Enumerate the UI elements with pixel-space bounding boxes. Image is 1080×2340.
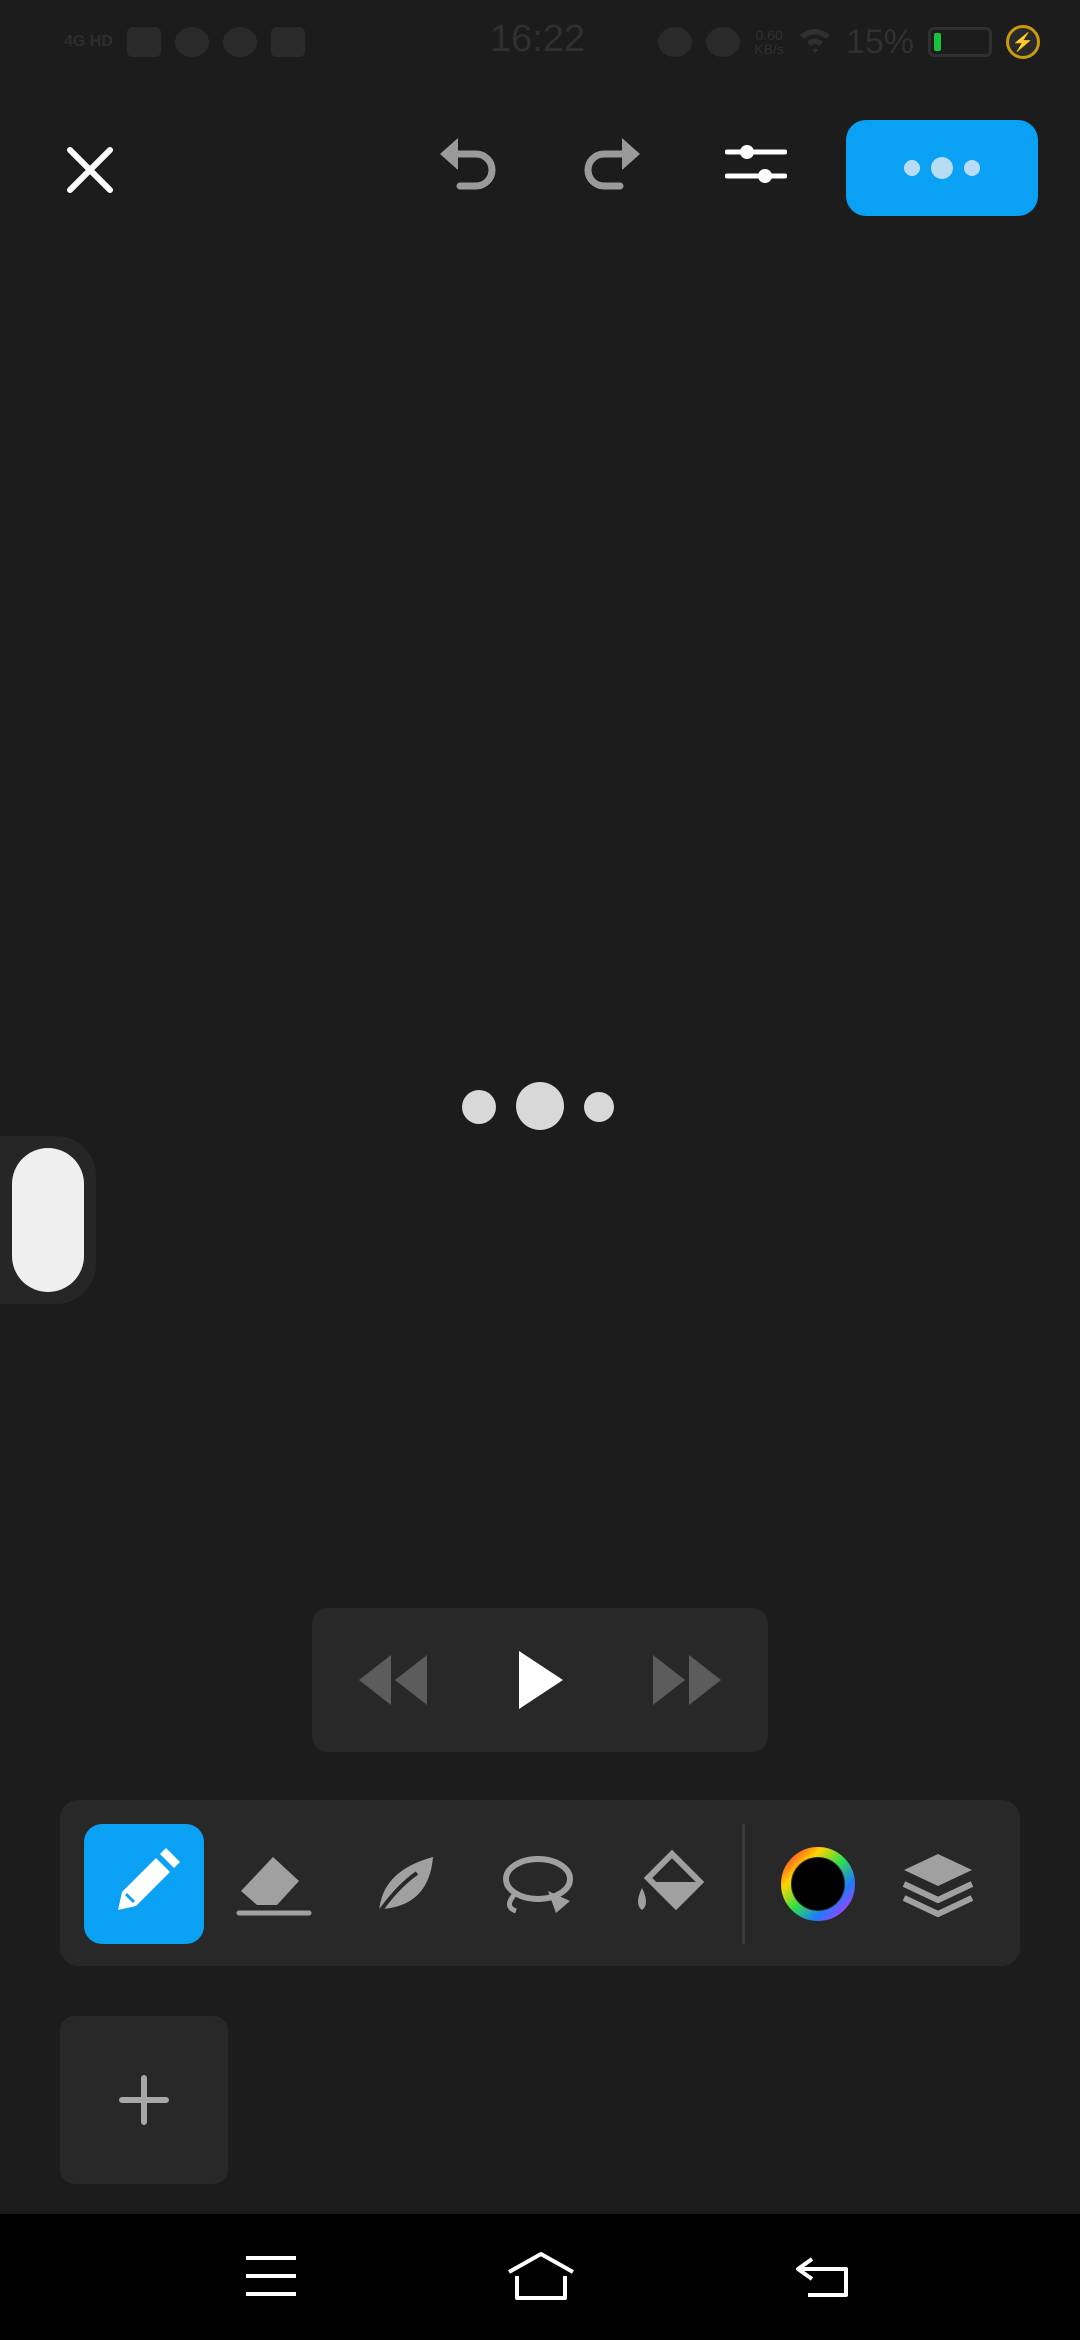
color-picker[interactable] — [758, 1824, 878, 1944]
close-button[interactable] — [48, 128, 132, 212]
menu-button[interactable] — [226, 2236, 316, 2316]
status-time: 16:22 — [490, 18, 586, 60]
undo-icon — [440, 138, 496, 190]
loader-dot — [516, 1082, 564, 1130]
fill-tool[interactable] — [610, 1824, 730, 1944]
home-icon — [508, 2252, 574, 2300]
app-icon — [174, 27, 209, 57]
adjust-button[interactable] — [716, 124, 796, 204]
message-icon — [126, 27, 161, 57]
pencil-icon — [118, 1848, 180, 1910]
fill-bucket-icon — [638, 1849, 705, 1911]
side-slider-handle[interactable] — [12, 1148, 84, 1292]
rewind-button[interactable] — [342, 1630, 442, 1730]
eraser-icon — [236, 1857, 312, 1916]
network-speed: 0.60 KB/s — [754, 28, 784, 56]
more-dots-icon — [904, 157, 980, 179]
redo-icon — [584, 138, 640, 190]
close-icon — [67, 147, 113, 193]
alarm-icon — [658, 27, 693, 57]
rewind-icon — [359, 1655, 427, 1705]
toolbar-divider — [742, 1824, 745, 1944]
back-icon — [796, 2257, 848, 2297]
loading-indicator — [462, 1082, 618, 1132]
fast-forward-button[interactable] — [638, 1630, 738, 1730]
speedometer-icon — [222, 27, 257, 57]
add-frame-button[interactable] — [60, 2016, 228, 2184]
charging-icon: ⚡ — [1006, 25, 1040, 59]
battery-percent: 15% — [845, 22, 914, 61]
battery-icon — [928, 27, 992, 57]
lasso-icon — [503, 1856, 573, 1914]
wifi-icon — [798, 25, 832, 60]
status-right: 0.60 KB/s 15% ⚡ — [658, 22, 1040, 62]
system-nav-bar — [0, 2214, 1080, 2340]
loader-dot — [584, 1092, 614, 1122]
redo-button[interactable] — [572, 124, 652, 204]
home-button[interactable] — [496, 2236, 586, 2316]
play-icon — [519, 1651, 563, 1709]
plus-icon — [119, 2075, 169, 2125]
fast-forward-icon — [653, 1655, 721, 1705]
calendar-icon — [270, 27, 305, 57]
eraser-tool[interactable] — [214, 1824, 334, 1944]
layers-tool[interactable] — [878, 1824, 998, 1944]
brush-tool[interactable] — [346, 1824, 466, 1944]
speed-unit: KB/s — [754, 41, 784, 57]
loader-dot — [462, 1090, 496, 1124]
status-left: 4G HD — [64, 22, 305, 62]
layers-icon — [902, 1854, 974, 1917]
more-button[interactable] — [846, 120, 1038, 216]
lasso-tool[interactable] — [478, 1824, 598, 1944]
status-bar: 4G HD 16:22 0.60 KB/s 15% ⚡ — [0, 0, 1080, 84]
menu-icon — [246, 2256, 296, 2296]
undo-button[interactable] — [428, 124, 508, 204]
pencil-tool[interactable] — [84, 1824, 204, 1944]
color-wheel-icon — [781, 1847, 855, 1921]
playback-controls — [312, 1608, 768, 1752]
network-type: 4G HD — [64, 33, 113, 50]
drawing-toolbar — [60, 1800, 1020, 1966]
leaf-icon — [377, 1857, 433, 1915]
back-button[interactable] — [778, 2236, 868, 2316]
sliders-icon — [725, 145, 787, 183]
mute-icon — [706, 27, 741, 57]
play-button[interactable] — [490, 1630, 590, 1730]
